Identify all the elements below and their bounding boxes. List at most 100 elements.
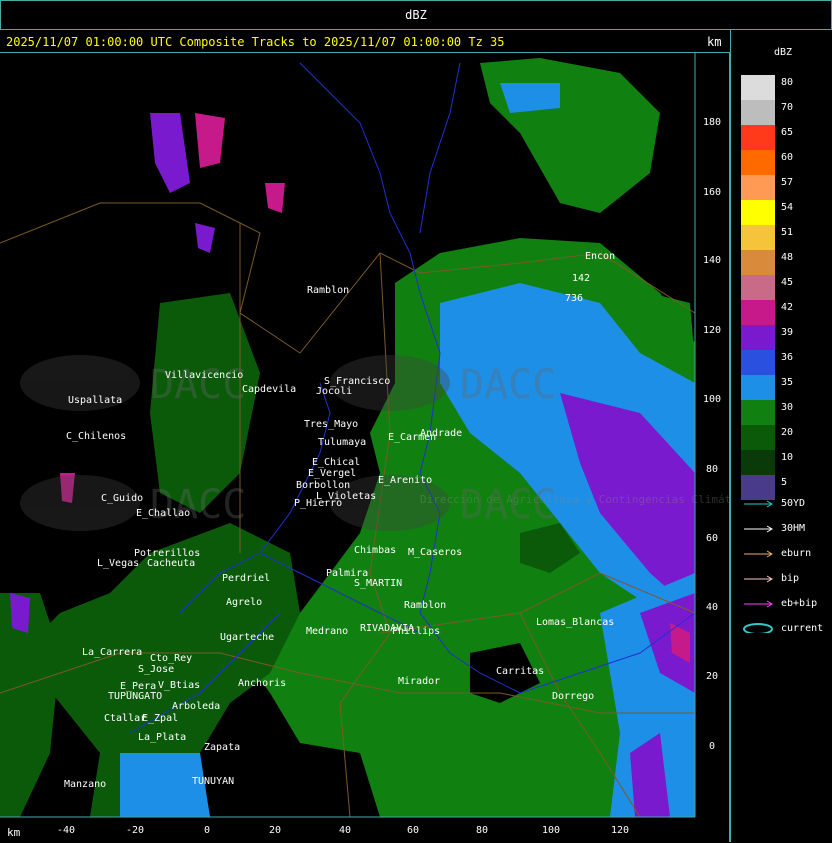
- place-label-s-martin: S_MARTIN: [354, 578, 402, 589]
- place-label-encon: Encon: [585, 251, 615, 262]
- x-tick--40: -40: [57, 825, 75, 836]
- place-label-v-btias: V_Btias: [158, 680, 200, 691]
- place-label-ramblon: Ramblon: [404, 600, 446, 611]
- legend-label-36: 36: [781, 352, 794, 363]
- legend-label-42: 42: [781, 302, 794, 313]
- legend-track-sample-current: [743, 623, 773, 633]
- legend-swatch-65: [741, 125, 775, 150]
- legend-track-label-current: current: [781, 623, 824, 634]
- x-tick--20: -20: [126, 825, 144, 836]
- place-label-uspallata: Uspallata: [68, 395, 122, 406]
- watermark-text-3: DACC: [150, 482, 246, 528]
- legend-track-sample-bip: [744, 575, 773, 583]
- y-tick-80: 80: [706, 464, 718, 475]
- legend-track-sample-50YD: [744, 500, 773, 508]
- place-label-anchoris: Anchoris: [238, 678, 286, 689]
- legend-label-60: 60: [781, 152, 794, 163]
- legend-track-sample-30HM: [744, 525, 773, 533]
- legend-track-sample-eb+bip: [744, 600, 773, 608]
- legend-label-80: 80: [781, 77, 794, 88]
- place-label-tres-mayo: Tres_Mayo: [304, 419, 358, 430]
- place-label-palmira: Palmira: [326, 568, 368, 579]
- place-label-p-hierro: P_Hierro: [294, 498, 342, 509]
- legend-swatch-57: [741, 175, 775, 200]
- legend-swatch-36: [741, 350, 775, 375]
- x-tick-100: 100: [542, 825, 560, 836]
- y-tick-60: 60: [706, 533, 718, 544]
- place-label-jocoli: Jocoli: [316, 386, 352, 397]
- legend-track-label-30HM: 30HM: [781, 523, 806, 534]
- y-tick-140: 140: [703, 255, 721, 266]
- watermark-subtitle: Dirección de Agricultura y Contingencias…: [420, 493, 729, 506]
- place-label-andrade: Andrade: [420, 428, 462, 439]
- km-unit-label-bottom: km: [7, 826, 21, 839]
- place-label-zapata: Zapata: [204, 742, 240, 753]
- legend-label-48: 48: [781, 252, 794, 263]
- place-label-lomas-blancas: Lomas_Blancas: [536, 617, 614, 628]
- radar-map-panel[interactable]: DACC DACC DACC DACC Dirección de Agricul…: [0, 52, 730, 842]
- place-label-tupungato: TUPUNGATO: [108, 691, 162, 702]
- watermark-text-1: DACC: [150, 362, 246, 408]
- legend-label-65: 65: [781, 127, 794, 138]
- watermark-text-2: DACC: [460, 362, 556, 408]
- legend-label-70: 70: [781, 102, 794, 113]
- legend-swatch-10: [741, 450, 775, 475]
- place-label-tulumaya: Tulumaya: [318, 437, 366, 448]
- legend-swatch-80: [741, 75, 775, 100]
- legend-swatch-42: [741, 300, 775, 325]
- legend-swatch-48: [741, 250, 775, 275]
- x-tick-60: 60: [407, 825, 419, 836]
- place-label-c-chilenos: C_Chilenos: [66, 431, 126, 442]
- legend-track-label-bip: bip: [781, 573, 800, 584]
- place-label-medrano: Medrano: [306, 626, 348, 637]
- composite-title: 2025/11/07 01:00:00 UTC Composite Tracks…: [6, 35, 505, 49]
- place-label-e-zpal: E_Zpal: [142, 713, 178, 724]
- place-label-e-challao: E_Challao: [136, 508, 190, 519]
- place-label-arboleda: Arboleda: [172, 701, 220, 712]
- place-label-cacheuta: Cacheuta: [147, 558, 195, 569]
- place-label-agrelo: Agrelo: [226, 597, 262, 608]
- place-label-dorrego: Dorrego: [552, 691, 594, 702]
- legend-swatch-45: [741, 275, 775, 300]
- y-tick-20: 20: [706, 671, 718, 682]
- legend-label-54: 54: [781, 202, 794, 213]
- legend-label-51: 51: [781, 227, 794, 238]
- place-label-ramblon: Ramblon: [307, 285, 349, 296]
- legend-swatch-39: [741, 325, 775, 350]
- place-label-chimbas: Chimbas: [354, 545, 396, 556]
- legend-label-5: 5: [781, 477, 788, 488]
- y-tick-180: 180: [703, 117, 721, 128]
- place-label-e-vergel: E_Vergel: [308, 468, 356, 479]
- legend-label-45: 45: [781, 277, 794, 288]
- legend-track-sample-eburn: [744, 550, 773, 558]
- place-label-e-arenito: E_Arenito: [378, 475, 432, 486]
- legend-label-35: 35: [781, 377, 794, 388]
- place-label-manzano: Manzano: [64, 779, 106, 790]
- legend-track-label-50YD: 50YD: [781, 498, 806, 509]
- place-label-perdriel: Perdriel: [222, 573, 270, 584]
- place-label-m-caseros: M_Caseros: [408, 547, 462, 558]
- y-tick-120: 120: [703, 325, 721, 336]
- place-label-ctallar: Ctallar: [104, 713, 146, 724]
- place-label-carritas: Carritas: [496, 666, 544, 677]
- legend-label-57: 57: [781, 177, 794, 188]
- legend-swatch-60: [741, 150, 775, 175]
- legend-track-label-eb+bip: eb+bip: [781, 598, 818, 609]
- legend-swatch-51: [741, 225, 775, 250]
- legend-swatch-54: [741, 200, 775, 225]
- y-tick-160: 160: [703, 187, 721, 198]
- radar-map[interactable]: DACC DACC DACC DACC Dirección de Agricul…: [0, 53, 729, 843]
- field-name: dBZ: [405, 8, 427, 22]
- place-label-736: 736: [565, 293, 583, 304]
- legend-label-20: 20: [781, 427, 794, 438]
- x-tick-40: 40: [339, 825, 351, 836]
- place-label-cto-rey: Cto_Rey: [150, 653, 192, 664]
- x-tick-120: 120: [611, 825, 629, 836]
- place-label-villavicencio: Villavicencio: [165, 370, 243, 381]
- place-label-l-vegas: L_Vegas: [97, 558, 139, 569]
- place-label-s-jose: S_Jose: [138, 664, 174, 675]
- legend-swatch-20: [741, 425, 775, 450]
- x-tick-0: 0: [204, 825, 210, 836]
- legend-swatch-5: [741, 475, 775, 500]
- y-tick-0: 0: [709, 741, 715, 752]
